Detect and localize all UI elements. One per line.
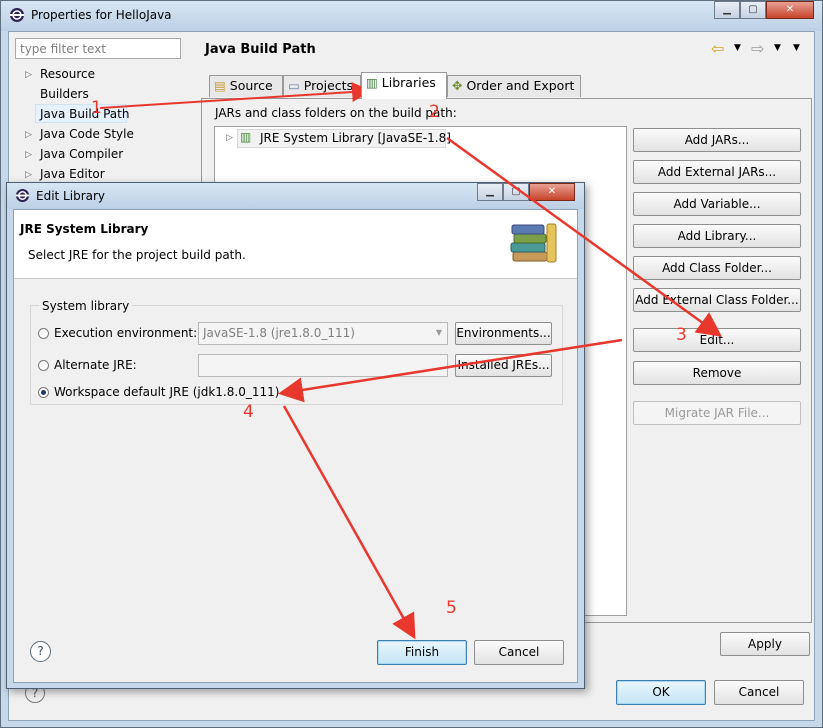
dialog-title: Edit Library <box>36 189 106 203</box>
dropdown-arrow-icon[interactable]: ▼ <box>774 43 781 53</box>
projects-icon: ▭ <box>288 78 300 93</box>
dropdown-arrow-icon[interactable]: ▼ <box>734 43 741 53</box>
execution-environment-radio[interactable] <box>38 328 49 339</box>
expand-arrow-icon[interactable]: ▷ <box>25 70 32 80</box>
minimize-button[interactable]: ▁ <box>714 1 740 19</box>
nav-item-resource[interactable]: Resource <box>40 67 95 81</box>
order-icon: ✥ <box>452 78 463 93</box>
alternate-jre-label: Alternate JRE: <box>54 358 137 372</box>
eclipse-icon <box>15 188 30 203</box>
dialog-cancel-button[interactable]: Cancel <box>474 640 564 665</box>
installed-jres-button[interactable]: Installed JREs... <box>455 354 552 377</box>
back-arrow-icon[interactable]: ⇦ <box>711 39 724 58</box>
annotation-label-5: 5 <box>446 598 457 618</box>
annotation-label-2: 2 <box>429 102 440 122</box>
close-button[interactable]: ✕ <box>766 1 814 19</box>
group-label: System library <box>39 299 133 313</box>
alternate-jre-radio[interactable] <box>38 360 49 371</box>
add-library-button[interactable]: Add Library... <box>633 224 801 248</box>
library-books-icon <box>510 223 557 263</box>
tab-order-and-export[interactable]: ✥ Order and Export <box>447 75 581 97</box>
dialog-client-area <box>13 209 578 683</box>
add-jars-button[interactable]: Add JARs... <box>633 128 801 152</box>
nav-tree: ▷ Resource Builders Java Build Path ▷ Ja… <box>15 63 191 183</box>
nav-item-java-compiler[interactable]: Java Compiler <box>40 147 123 161</box>
add-class-folder-button[interactable]: Add Class Folder... <box>633 256 801 280</box>
tab-source[interactable]: ▤ Source <box>209 75 283 97</box>
help-icon[interactable]: ? <box>30 641 51 662</box>
library-entry[interactable]: JRE System Library [JavaSE-1.8] <box>260 131 451 145</box>
add-variable-button[interactable]: Add Variable... <box>633 192 801 216</box>
finish-button[interactable]: Finish <box>377 640 467 665</box>
dialog-maximize-button[interactable]: ▢ <box>503 183 529 201</box>
dialog-header-desc: Select JRE for the project build path. <box>28 248 246 262</box>
library-icon: ▥ <box>366 75 378 90</box>
add-external-class-folder-button[interactable]: Add External Class Folder... <box>633 288 801 312</box>
add-external-jars-button[interactable]: Add External JARs... <box>633 160 801 184</box>
workspace-default-jre-radio[interactable] <box>38 387 49 398</box>
expand-arrow-icon[interactable]: ▷ <box>25 150 32 160</box>
dialog-header-title: JRE System Library <box>20 222 149 236</box>
alternate-jre-select[interactable] <box>198 354 448 377</box>
ok-button[interactable]: OK <box>616 680 706 705</box>
jre-library-icon: ▥ <box>240 130 252 144</box>
eclipse-icon <box>10 8 24 22</box>
workspace-default-jre-label: Workspace default JRE (jdk1.8.0_111) <box>54 385 280 399</box>
view-menu-icon[interactable]: ▼ <box>793 43 800 53</box>
tab-libraries[interactable]: ▥ Libraries <box>361 72 447 99</box>
environments-button[interactable]: Environments... <box>455 322 552 345</box>
expand-arrow-icon[interactable]: ▷ <box>25 130 32 140</box>
folder-icon: ▤ <box>214 78 226 93</box>
window-title: Properties for HelloJava <box>31 8 172 22</box>
maximize-button[interactable]: ▢ <box>740 1 766 19</box>
execution-environment-label: Execution environment: <box>54 326 198 340</box>
edit-button[interactable]: Edit... <box>633 328 801 352</box>
tab-projects[interactable]: ▭ Projects <box>283 75 361 97</box>
nav-item-java-editor[interactable]: Java Editor <box>40 167 105 181</box>
edit-library-dialog: Edit Library ▁ ▢ ✕ JRE System Library Se… <box>6 182 585 689</box>
nav-item-java-build-path[interactable]: Java Build Path <box>40 107 129 121</box>
dialog-header: JRE System Library Select JRE for the pr… <box>14 210 577 279</box>
dialog-close-button[interactable]: ✕ <box>529 183 575 201</box>
page-title: Java Build Path <box>205 42 316 57</box>
execution-environment-select[interactable]: JavaSE-1.8 (jre1.8.0_111) ▼ <box>198 322 448 345</box>
nav-item-java-code-style[interactable]: Java Code Style <box>40 127 134 141</box>
migrate-jar-button[interactable]: Migrate JAR File... <box>633 401 801 425</box>
dialog-minimize-button[interactable]: ▁ <box>477 183 503 201</box>
forward-arrow-icon[interactable]: ⇨ <box>751 39 764 58</box>
annotation-label-1: 1 <box>91 98 102 118</box>
cancel-button[interactable]: Cancel <box>714 680 804 705</box>
annotation-label-4: 4 <box>243 402 254 422</box>
apply-button[interactable]: Apply <box>720 632 810 656</box>
annotation-label-3: 3 <box>676 325 687 345</box>
nav-item-builders[interactable]: Builders <box>40 87 89 101</box>
remove-button[interactable]: Remove <box>633 361 801 385</box>
expand-arrow-icon[interactable]: ▷ <box>25 170 32 180</box>
chevron-down-icon: ▼ <box>435 328 442 337</box>
expand-arrow-icon[interactable]: ▷ <box>226 133 233 143</box>
build-path-label: JARs and class folders on the build path… <box>215 106 457 120</box>
filter-placeholder: type filter text <box>20 42 107 56</box>
filter-input[interactable]: type filter text <box>15 38 181 59</box>
page-header: Java Build Path ⇦ ▼ ⇨ ▼ ▼ <box>194 35 812 65</box>
execution-environment-value: JavaSE-1.8 (jre1.8.0_111) <box>203 326 355 340</box>
